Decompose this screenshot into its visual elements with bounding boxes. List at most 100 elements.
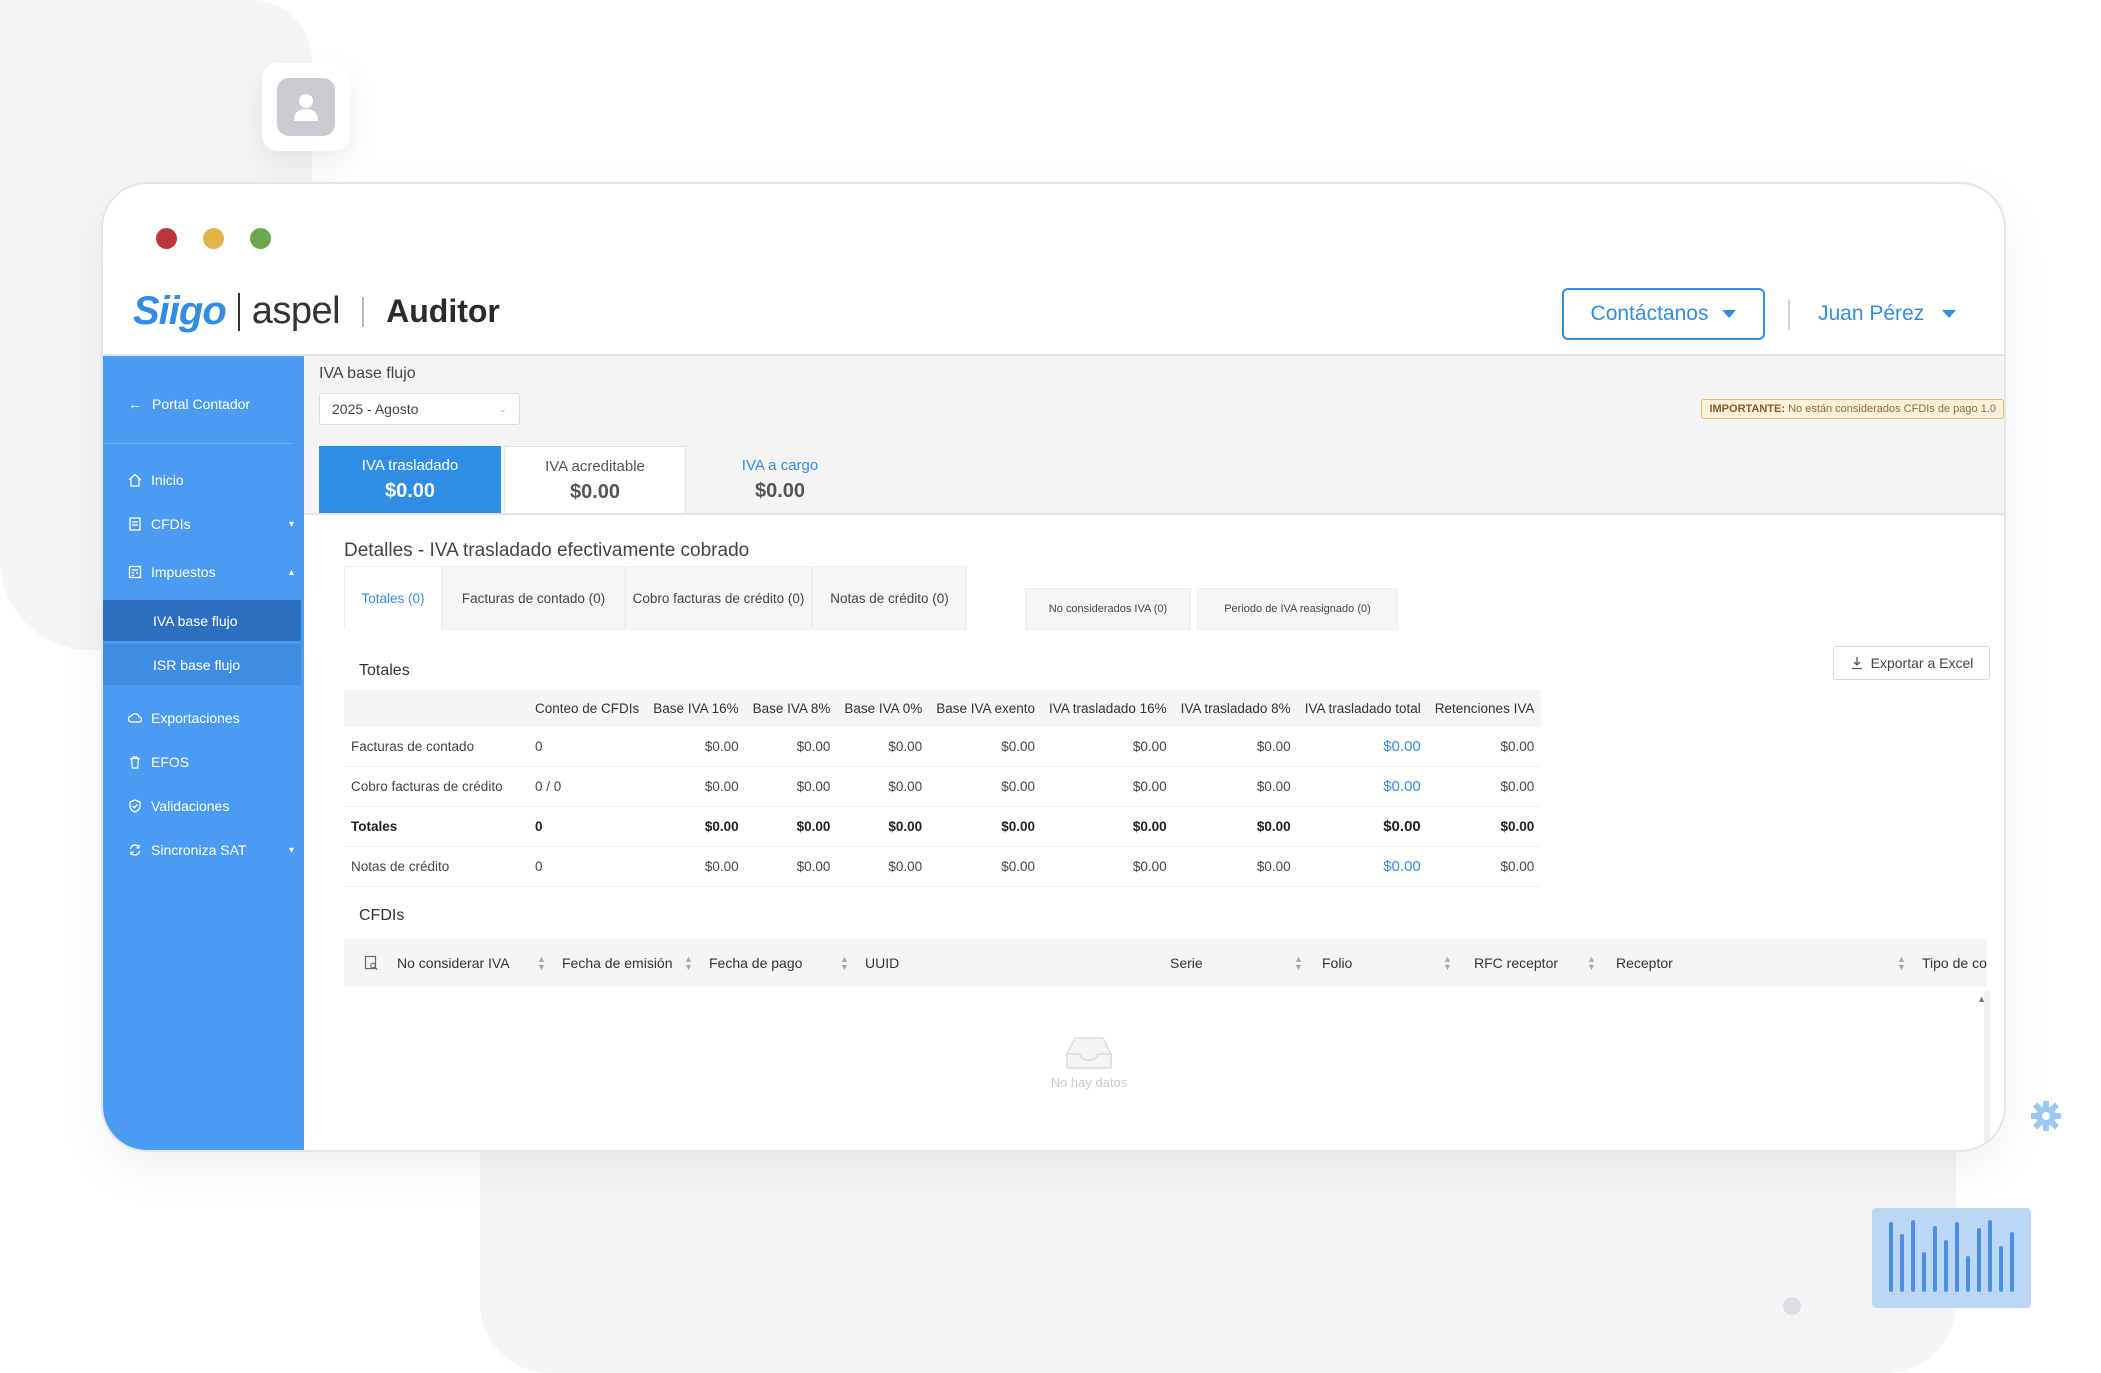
important-notice: IMPORTANTE: No están considerados CFDIs … — [1701, 399, 2004, 419]
empty-inbox-icon — [1066, 1037, 1112, 1069]
sidebar-item-label: Impuestos — [151, 564, 216, 580]
scroll-up-arrow-icon[interactable]: ▲ — [1977, 994, 1986, 1004]
sort-icon[interactable]: ▲ ▼ — [1294, 955, 1303, 972]
brand-logo: Siigo aspel Auditor — [133, 289, 500, 334]
table-cell: 0 / 0 — [528, 766, 647, 807]
sidebar-item-validaciones[interactable]: Validaciones — [128, 798, 294, 814]
close-window-button[interactable] — [156, 228, 177, 249]
sidebar-item-cfdis[interactable]: CFDIs ▾ — [128, 516, 294, 532]
sidebar-item-label: Validaciones — [151, 798, 230, 814]
table-cell: Cobro facturas de crédito — [344, 766, 528, 807]
column-header: IVA trasladado 16% — [1042, 690, 1174, 727]
tab-cobro-facturas-credito[interactable]: Cobro facturas de crédito (0) — [625, 566, 812, 630]
tab-totales[interactable]: Totales (0) — [344, 566, 442, 630]
tab-value: $0.00 — [754, 480, 806, 502]
table-cell: $0.00 — [1173, 806, 1298, 847]
table-cell: $0.00 — [929, 806, 1043, 847]
sidebar-item-iva-base-flujo[interactable]: IVA base flujo — [103, 600, 301, 641]
period-select[interactable]: 2025 - Agosto ⌄ — [319, 393, 520, 425]
sidebar-item-label: Exportaciones — [151, 710, 240, 726]
page-title: IVA base flujo — [319, 365, 416, 382]
tab-iva-a-cargo[interactable]: IVA a cargo $0.00 — [689, 446, 871, 513]
table-cell: $0.00 — [1173, 846, 1298, 887]
column-header-serie[interactable]: Serie — [1170, 939, 1203, 987]
minimize-window-button[interactable] — [203, 228, 224, 249]
sidebar-item-sincroniza-sat[interactable]: Sincroniza SAT ▾ — [128, 842, 294, 858]
sidebar-item-impuestos[interactable]: Impuestos ▴ — [128, 564, 294, 580]
sidebar-item-isr-base-flujo[interactable]: ISR base flujo — [103, 644, 301, 685]
tab-notas-credito[interactable]: Notas de crédito (0) — [812, 566, 967, 630]
barcode-icon — [1872, 1208, 2031, 1308]
sort-icon[interactable]: ▲ ▼ — [684, 955, 693, 972]
contact-button-label: Contáctanos — [1590, 302, 1709, 325]
table-cell: $0.00 — [1173, 766, 1298, 807]
sort-icon[interactable]: ▲ ▼ — [840, 955, 849, 972]
notice-text: No están considerados CFDIs de pago 1.0 — [1788, 403, 1996, 415]
table-cell: $0.00 — [646, 846, 746, 887]
column-settings-icon[interactable] — [364, 939, 379, 987]
tab-facturas-contado[interactable]: Facturas de contado (0) — [442, 566, 625, 630]
sidebar-item-efos[interactable]: EFOS — [128, 754, 294, 770]
back-to-portal-link[interactable]: ← Portal Contador — [128, 396, 250, 412]
vertical-scrollbar[interactable] — [1984, 991, 1990, 1150]
export-excel-button[interactable]: Exportar a Excel — [1833, 646, 1990, 680]
details-title: Detalles - IVA trasladado efectivamente … — [344, 540, 750, 561]
column-header: IVA trasladado 8% — [1173, 690, 1298, 727]
caret-down-icon — [1722, 310, 1737, 318]
table-row: Facturas de contado 0 $0.00 $0.00 $0.00 … — [344, 727, 1542, 767]
table-row: Notas de crédito 0 $0.00 $0.00 $0.00 $0.… — [344, 846, 1542, 887]
product-name: Auditor — [386, 293, 500, 329]
table-cell: $0.00 — [1042, 727, 1174, 767]
app-body: ← Portal Contador Inicio CFDIs ▾ Impuest… — [103, 354, 2004, 1150]
user-menu[interactable]: Juan Pérez — [1818, 302, 1957, 326]
table-cell: $0.00 — [929, 766, 1043, 807]
table-cell-link[interactable]: $0.00 — [1297, 846, 1428, 887]
tab-periodo-iva-reasignado[interactable]: Periodo de IVA reasignado (0) — [1197, 588, 1398, 630]
table-cell-link[interactable]: $0.00 — [1297, 766, 1428, 807]
sort-icon[interactable]: ▲ ▼ — [1587, 955, 1596, 972]
column-header-tipo-comprobante[interactable]: Tipo de com — [1922, 939, 1987, 987]
table-cell-link[interactable]: $0.00 — [1297, 727, 1428, 767]
column-header: Base IVA 16% — [646, 690, 746, 727]
calculator-icon — [128, 565, 142, 579]
table-cell: $0.00 — [745, 846, 838, 887]
table-cell: $0.00 — [1173, 727, 1298, 767]
sort-icon[interactable]: ▲ ▼ — [1897, 955, 1906, 972]
table-cell: $0.00 — [1427, 766, 1542, 807]
summary-panel: IVA base flujo 2025 - Agosto ⌄ IMPORTANT… — [304, 356, 2004, 515]
maximize-window-button[interactable] — [250, 228, 271, 249]
user-silhouette-icon — [277, 78, 335, 136]
table-cell: $0.00 — [837, 806, 930, 847]
column-header-folio[interactable]: Folio — [1322, 939, 1352, 987]
column-header-fecha-pago[interactable]: Fecha de pago — [709, 939, 802, 987]
arrow-left-icon: ← — [128, 396, 142, 412]
sidebar-item-inicio[interactable]: Inicio — [128, 472, 294, 488]
sidebar-item-label: Sincroniza SAT — [151, 842, 247, 858]
column-header-rfc-receptor[interactable]: RFC receptor — [1474, 939, 1558, 987]
table-cell: $0.00 — [745, 806, 838, 847]
table-cell-link[interactable]: $0.00 — [1297, 806, 1428, 847]
gear-icon — [2030, 1100, 2062, 1137]
table-cell: $0.00 — [837, 766, 930, 807]
table-cell: Notas de crédito — [344, 846, 528, 887]
chevron-down-icon: ▾ — [288, 518, 294, 530]
siigo-logo: Siigo — [133, 289, 227, 333]
tab-iva-acreditable[interactable]: IVA acreditable $0.00 — [504, 446, 686, 513]
column-header-no-considerar-iva[interactable]: No considerar IVA — [397, 939, 510, 987]
table-cell: 0 — [528, 846, 647, 887]
tab-iva-trasladado[interactable]: IVA trasladado $0.00 — [319, 446, 501, 513]
chevron-up-icon: ▴ — [288, 566, 294, 578]
tab-no-considerados-iva[interactable]: No considerados IVA (0) — [1025, 588, 1191, 630]
table-cell: $0.00 — [837, 727, 930, 767]
column-header-fecha-emision[interactable]: Fecha de emisión — [562, 939, 673, 987]
table-cell: $0.00 — [929, 727, 1043, 767]
sidebar-item-exportaciones[interactable]: Exportaciones — [128, 710, 294, 726]
export-label: Exportar a Excel — [1870, 655, 1974, 671]
sort-icon[interactable]: ▲ ▼ — [537, 955, 546, 972]
column-header-receptor[interactable]: Receptor — [1616, 939, 1673, 987]
column-header-uuid[interactable]: UUID — [865, 939, 899, 987]
window-controls — [156, 228, 271, 249]
aspel-logo: aspel — [251, 290, 341, 332]
contact-button[interactable]: Contáctanos — [1562, 288, 1765, 340]
sort-icon[interactable]: ▲ ▼ — [1443, 955, 1452, 972]
